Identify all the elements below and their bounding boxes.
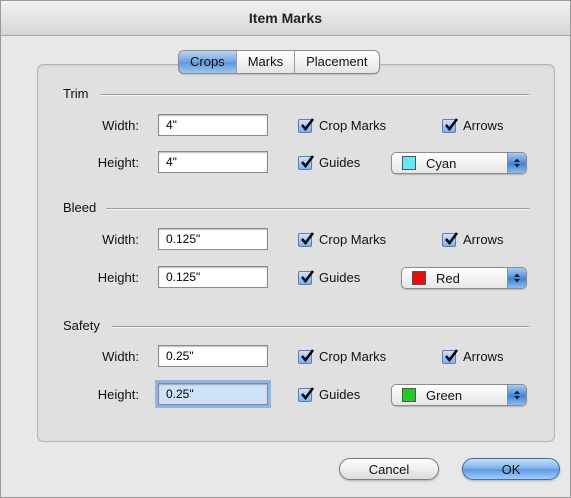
window-title: Item Marks	[248, 10, 323, 26]
safety-guide-color-label: Green	[426, 387, 463, 403]
cancel-button[interactable]: Cancel	[339, 458, 439, 480]
safety-guides-label: Guides	[319, 387, 361, 402]
checkbox-checked-icon	[298, 386, 315, 402]
checkbox-checked-icon	[298, 231, 315, 247]
bleed-guide-color-popup[interactable]: Red	[401, 267, 527, 289]
item-marks-dialog: Item Marks Crops Marks Placement Trim Wi…	[0, 0, 571, 498]
trim-separator	[100, 94, 529, 96]
bleed-arrows-label: Arrows	[463, 232, 504, 247]
safety-crop-marks-checkbox[interactable]: Crop Marks	[298, 348, 387, 364]
safety-arrows-checkbox[interactable]: Arrows	[442, 348, 504, 364]
checkbox-checked-icon	[442, 117, 459, 133]
tab-marks[interactable]: Marks	[237, 51, 296, 73]
bleed-height-label: Height:	[97, 270, 139, 285]
tab-placement[interactable]: Placement	[295, 51, 378, 73]
safety-crop-marks-label: Crop Marks	[319, 349, 387, 364]
color-swatch	[402, 388, 416, 402]
trim-guides-label: Guides	[319, 155, 361, 170]
trim-height-label: Height:	[97, 155, 139, 170]
trim-height-input[interactable]: 4"	[158, 151, 268, 173]
trim-guide-color-popup[interactable]: Cyan	[391, 152, 527, 174]
safety-separator	[112, 326, 529, 328]
bleed-guides-label: Guides	[319, 270, 361, 285]
safety-guide-color-popup[interactable]: Green	[391, 384, 527, 406]
bleed-width-label: Width:	[102, 232, 139, 247]
ok-button[interactable]: OK	[462, 458, 560, 480]
trim-width-label: Width:	[102, 118, 139, 133]
trim-crop-marks-checkbox[interactable]: Crop Marks	[298, 117, 387, 133]
checkbox-checked-icon	[298, 117, 315, 133]
trim-section-label: Trim	[63, 86, 89, 101]
tab-bar: Crops Marks Placement	[178, 50, 380, 74]
bleed-guide-color-label: Red	[436, 270, 460, 286]
checkbox-checked-icon	[298, 269, 315, 285]
popup-arrows-icon	[507, 385, 526, 405]
checkbox-checked-icon	[442, 231, 459, 247]
trim-crop-marks-label: Crop Marks	[319, 118, 387, 133]
safety-width-input[interactable]: 0.25"	[158, 345, 268, 367]
title-bar[interactable]: Item Marks	[1, 1, 570, 36]
trim-width-input[interactable]: 4"	[158, 114, 268, 136]
checkbox-checked-icon	[298, 154, 315, 170]
safety-height-label: Height:	[97, 387, 139, 402]
popup-arrows-icon	[507, 268, 526, 288]
color-swatch	[402, 156, 416, 170]
bleed-guides-checkbox[interactable]: Guides	[298, 269, 361, 285]
bleed-arrows-checkbox[interactable]: Arrows	[442, 231, 504, 247]
checkbox-checked-icon	[442, 348, 459, 364]
bleed-section-label: Bleed	[63, 200, 97, 215]
bleed-separator	[106, 208, 529, 210]
bleed-height-input[interactable]: 0.125"	[158, 266, 268, 288]
trim-arrows-label: Arrows	[463, 118, 504, 133]
checkbox-checked-icon	[298, 348, 315, 364]
bleed-crop-marks-checkbox[interactable]: Crop Marks	[298, 231, 387, 247]
bleed-width-input[interactable]: 0.125"	[158, 228, 268, 250]
color-swatch	[412, 271, 426, 285]
popup-arrows-icon	[507, 153, 526, 173]
safety-arrows-label: Arrows	[463, 349, 504, 364]
safety-width-label: Width:	[102, 349, 139, 364]
trim-guides-checkbox[interactable]: Guides	[298, 154, 361, 170]
safety-height-input[interactable]: 0.25"	[155, 380, 271, 408]
trim-arrows-checkbox[interactable]: Arrows	[442, 117, 504, 133]
trim-guide-color-label: Cyan	[426, 155, 457, 171]
safety-guides-checkbox[interactable]: Guides	[298, 386, 361, 402]
tab-crops[interactable]: Crops	[179, 51, 237, 73]
safety-section-label: Safety	[63, 318, 100, 333]
bleed-crop-marks-label: Crop Marks	[319, 232, 387, 247]
